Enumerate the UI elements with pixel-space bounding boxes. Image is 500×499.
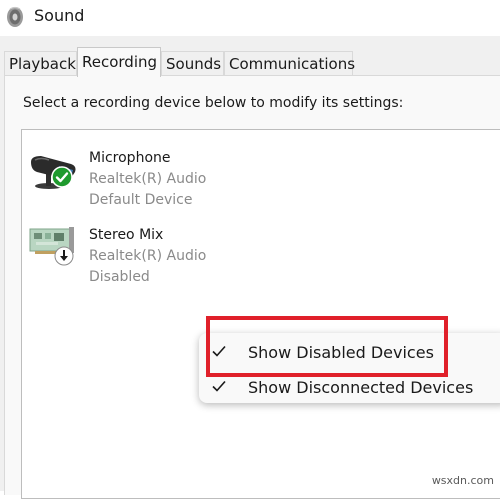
- tab-sounds[interactable]: Sounds: [161, 51, 224, 75]
- sound-card-icon: [27, 219, 79, 271]
- speaker-icon: [5, 6, 25, 28]
- device-name: Microphone: [89, 150, 171, 166]
- watermark: wsxdn.com: [431, 474, 494, 487]
- device-item-microphone[interactable]: Microphone Realtek(R) Audio Default Devi…: [22, 136, 492, 208]
- default-check-badge: [51, 166, 73, 192]
- device-driver: Realtek(R) Audio: [89, 248, 207, 264]
- device-status: Default Device: [89, 192, 193, 208]
- instruction-text: Select a recording device below to modif…: [23, 95, 404, 111]
- window-title: Sound: [34, 6, 85, 25]
- device-name: Stereo Mix: [89, 227, 164, 243]
- device-list[interactable]: Microphone Realtek(R) Audio Default Devi…: [21, 129, 500, 499]
- tab-recording[interactable]: Recording: [77, 47, 161, 77]
- menu-item-label: Show Disconnected Devices: [248, 378, 474, 397]
- tab-playback[interactable]: Playback: [4, 51, 77, 75]
- context-menu: Show Disabled Devices Show Disconnected …: [199, 333, 500, 403]
- microphone-icon: [27, 142, 79, 194]
- device-item-stereo-mix[interactable]: Stereo Mix Realtek(R) Audio Disabled: [22, 213, 492, 285]
- menu-item-label: Show Disabled Devices: [248, 343, 434, 362]
- check-icon: [211, 343, 227, 359]
- tab-communications[interactable]: Communications: [224, 51, 355, 75]
- check-icon: [211, 378, 227, 394]
- disabled-arrow-badge: [54, 246, 74, 270]
- menu-item-show-disconnected-devices[interactable]: Show Disconnected Devices: [203, 372, 500, 404]
- menu-item-show-disabled-devices[interactable]: Show Disabled Devices: [203, 337, 500, 369]
- device-driver: Realtek(R) Audio: [89, 171, 207, 187]
- device-status: Disabled: [89, 269, 150, 285]
- title-bar: Sound: [0, 0, 500, 36]
